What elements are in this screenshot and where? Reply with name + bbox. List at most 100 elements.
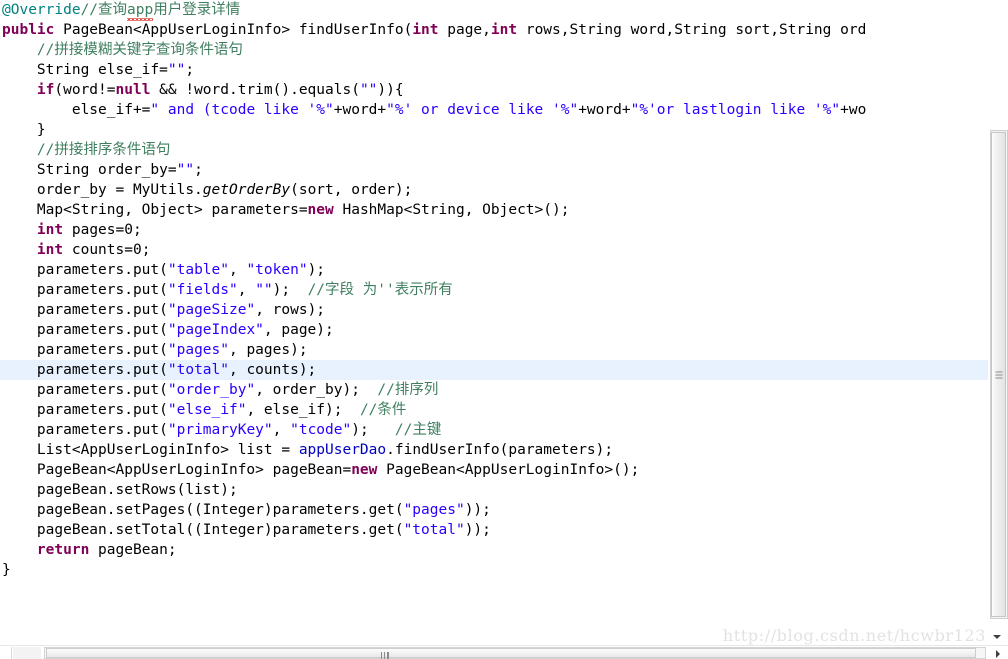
code-token-plain: PageBean<AppUserLoginInfo>();	[377, 462, 640, 478]
code-line[interactable]: }	[0, 120, 988, 140]
vertical-scrollbar[interactable]	[988, 0, 1008, 645]
code-line[interactable]: PageBean<AppUserLoginInfo> pageBean=new …	[0, 460, 988, 480]
code-token-plain: parameters.put(	[36, 322, 168, 338]
code-token-string: ""	[176, 162, 195, 178]
code-token-comment: //主键	[394, 422, 442, 438]
code-token-plain: HashMap<String, Object>();	[333, 202, 570, 218]
code-line[interactable]: List<AppUserLoginInfo> list = appUserDao…	[0, 440, 988, 460]
code-token-plain: pageBean.setTotal((Integer)parameters.ge…	[36, 522, 404, 538]
code-token-plain: parameters.put(	[36, 362, 168, 378]
code-line[interactable]: @Override//查询app用户登录详情	[0, 0, 988, 21]
code-token-plain: (word!=	[54, 82, 116, 98]
code-line[interactable]: parameters.put("pageIndex", page);	[0, 320, 988, 340]
code-token-keyword: return	[36, 542, 90, 558]
code-line[interactable]: //拼接模糊关键字查询条件语句	[0, 40, 988, 60]
code-token-plain: ;	[185, 62, 195, 78]
code-token-plain: && !word.trim().equals(	[150, 82, 360, 98]
code-token-plain: String else_if=	[36, 62, 168, 78]
code-token-keyword: int	[490, 22, 518, 38]
code-token-keyword: int	[36, 222, 64, 238]
code-token-comment-misspelled: app	[127, 2, 154, 21]
watermark-url: http://blog.csdn.net/hcwbr123	[722, 626, 986, 645]
code-line[interactable]: parameters.put("pageSize", rows);	[0, 300, 988, 320]
code-line[interactable]: parameters.put("total", counts);	[0, 360, 988, 380]
code-token-string: "pages"	[167, 342, 229, 358]
code-token-string: ""	[255, 282, 273, 298]
scrollbar-left-cap	[0, 647, 12, 659]
code-token-plain: parameters.put(	[36, 302, 168, 318]
code-token-keyword: new	[351, 462, 378, 478]
code-line[interactable]: if(word!=null && !word.trim().equals("")…	[0, 80, 988, 100]
code-token-string: "pageIndex"	[167, 322, 264, 338]
code-token-static-method: getOrderBy	[202, 182, 291, 198]
code-line[interactable]: //拼接排序条件语句	[0, 140, 988, 160]
code-token-plain: , counts);	[228, 362, 317, 378]
scroll-down-button[interactable]	[989, 628, 1006, 645]
code-token-plain: ,	[237, 282, 256, 298]
code-token-comment: //排序列	[377, 382, 439, 398]
code-token-plain: page,	[438, 22, 491, 38]
code-token-string: "else_if"	[167, 402, 247, 418]
code-line[interactable]: String order_by="";	[0, 160, 988, 180]
code-line[interactable]: parameters.put("pages", pages);	[0, 340, 988, 360]
code-editor-window: @Override//查询app用户登录详情 public PageBean<Ap…	[0, 0, 1008, 659]
code-token-plain: rows,String word,String sort,String ord	[517, 22, 867, 38]
code-line[interactable]: return pageBean;	[0, 540, 988, 560]
code-line[interactable]: int pages=0;	[0, 220, 988, 240]
code-token-keyword: int	[36, 242, 64, 258]
scroll-right-button[interactable]	[992, 647, 1006, 659]
code-token-keyword: int	[412, 22, 439, 38]
vertical-scrollbar-thumb[interactable]	[991, 132, 1006, 617]
code-token-string: "primaryKey"	[167, 422, 273, 438]
code-line[interactable]: pageBean.setTotal((Integer)parameters.ge…	[0, 520, 988, 540]
code-line[interactable]: parameters.put("else_if", else_if); //条件	[0, 400, 988, 420]
code-line[interactable]: pageBean.setRows(list);	[0, 480, 988, 500]
horizontal-scrollbar[interactable]	[0, 645, 1008, 659]
scrollbar-grip-icon	[995, 371, 1002, 378]
code-token-plain: ));	[464, 522, 491, 538]
code-token-keyword: null	[115, 82, 151, 98]
code-line[interactable]: parameters.put("table", "token");	[0, 260, 988, 280]
horizontal-scrollbar-thumb[interactable]	[46, 648, 976, 659]
code-token-keyword: if	[36, 82, 55, 98]
code-line[interactable]: int counts=0;	[0, 240, 988, 260]
code-token-plain: .findUserInfo(parameters);	[386, 442, 614, 458]
code-token-plain: ;	[194, 162, 203, 178]
code-token-plain: );	[272, 282, 308, 298]
code-token-plain: String order_by=	[36, 162, 177, 178]
code-line[interactable]: Map<String, Object> parameters=new HashM…	[0, 200, 988, 220]
code-token-plain: , rows);	[255, 302, 326, 318]
code-line[interactable]: parameters.put("primaryKey", "tcode"); /…	[0, 420, 988, 440]
code-token-plain: order_by = MyUtils.	[36, 182, 203, 198]
code-line[interactable]: parameters.put("order_by", order_by); //…	[0, 380, 988, 400]
code-line[interactable]: String else_if="";	[0, 60, 988, 80]
scrollbar-grip-icon	[381, 652, 389, 659]
code-token-string: "token"	[246, 262, 308, 278]
code-token-plain: pages=0;	[63, 222, 142, 238]
code-token-plain: );	[351, 422, 395, 438]
code-line[interactable]: pageBean.setPages((Integer)parameters.ge…	[0, 500, 988, 520]
code-token-comment: //查询	[80, 2, 128, 18]
code-line[interactable]: order_by = MyUtils.getOrderBy(sort, orde…	[0, 180, 988, 200]
code-line[interactable]: }	[0, 560, 988, 580]
chevron-down-icon	[993, 635, 1001, 639]
code-line[interactable]: else_if+=" and (tcode like '%"+word+"%' …	[0, 100, 988, 120]
code-token-plain: parameters.put(	[36, 422, 168, 438]
code-token-plain: }	[36, 122, 46, 138]
code-token-plain: List<AppUserLoginInfo> list =	[36, 442, 299, 458]
code-line[interactable]: parameters.put("fields", ""); //字段 为''表示…	[0, 280, 988, 300]
code-token-plain: ,	[272, 422, 291, 438]
code-text-area[interactable]: @Override//查询app用户登录详情 public PageBean<Ap…	[0, 0, 988, 645]
code-line[interactable]: public PageBean<AppUserLoginInfo> findUs…	[0, 20, 988, 40]
